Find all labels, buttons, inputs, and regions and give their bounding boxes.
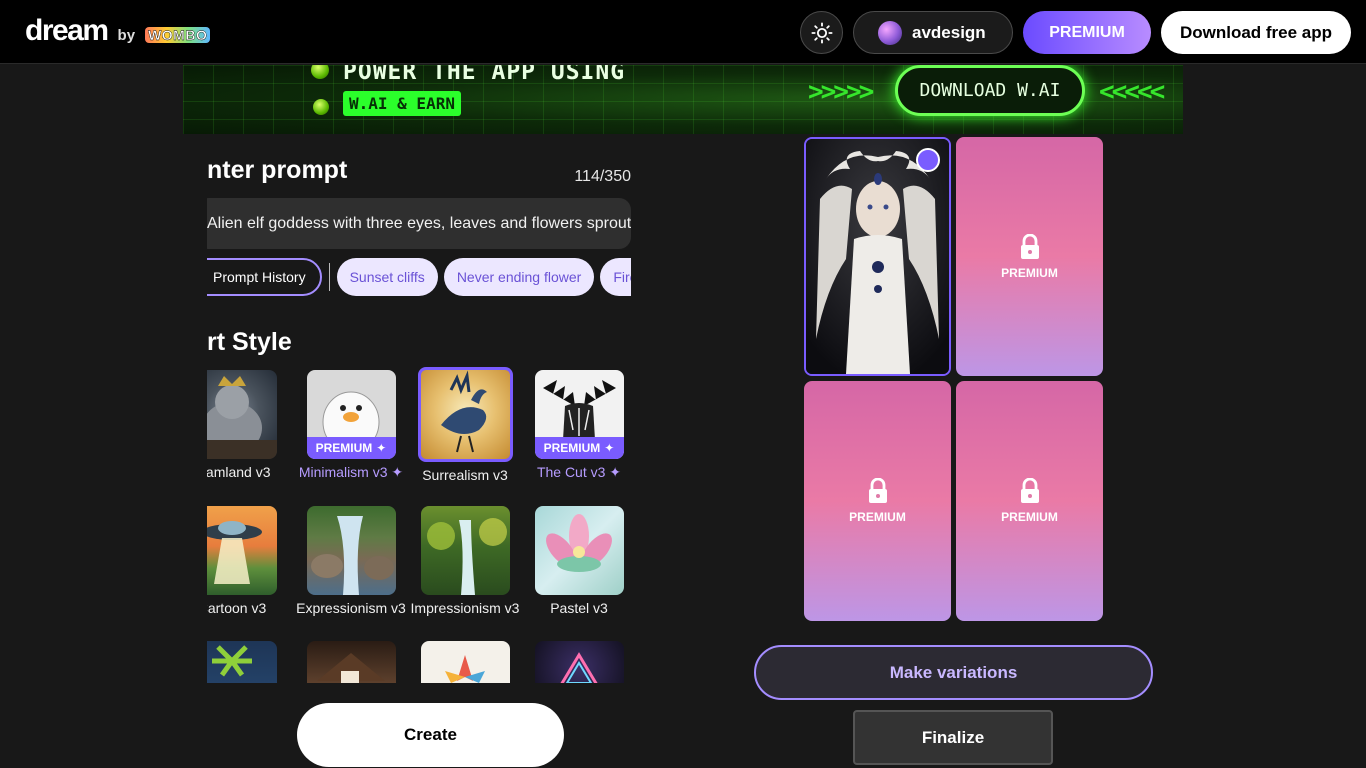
avatar	[878, 20, 902, 45]
download-app-button[interactable]: Download free app	[1161, 11, 1351, 54]
char-counter: 114/350	[574, 168, 631, 185]
style-item-impressionism[interactable]: Impressionism v3	[408, 506, 522, 616]
lock-icon	[868, 478, 887, 503]
premium-lock-label: PREMIUM	[1001, 265, 1058, 280]
create-button[interactable]: Create	[297, 703, 564, 767]
lock-icon	[1020, 478, 1039, 503]
style-item-row3-2[interactable]	[294, 641, 408, 683]
style-label: The Cut v3 ✦	[536, 464, 622, 480]
result-image-locked[interactable]: PREMIUM	[956, 381, 1103, 621]
style-label: Pastel v3	[550, 600, 608, 616]
prompt-history-button[interactable]: Prompt History	[207, 258, 322, 296]
selected-indicator	[916, 148, 940, 172]
premium-badge: PREMIUM ✦	[534, 437, 624, 459]
premium-button[interactable]: PREMIUM	[1023, 11, 1151, 54]
promo-banner[interactable]: POWER THE APP USING W.AI & EARN >>>>> DO…	[183, 65, 1183, 134]
suggestion-chip[interactable]: Sunset cliffs	[336, 258, 438, 296]
banner-title: POWER THE APP USING	[343, 65, 626, 85]
style-item-the-cut[interactable]: PREMIUM ✦ The Cut v3 ✦	[522, 370, 631, 481]
style-item-minimalism[interactable]: PREMIUM ✦ Minimalism v3 ✦	[294, 370, 408, 481]
premium-badge-label: PREMIUM	[543, 441, 601, 455]
result-image-locked[interactable]: PREMIUM	[804, 381, 951, 621]
sparkle-icon: ✦	[376, 441, 387, 455]
generated-image	[806, 139, 949, 374]
coin-icon	[313, 99, 329, 115]
style-item-row3-3[interactable]	[408, 641, 522, 683]
dream-logo[interactable]: dream by WOMBO	[25, 14, 211, 48]
logo-by: by	[117, 27, 136, 44]
style-thumbnail	[207, 370, 277, 459]
premium-lock-label: PREMIUM	[849, 510, 906, 524]
prompt-chips: Prompt History Sunset cliffs Never endin…	[207, 258, 631, 296]
suggestion-chip[interactable]: Never ending flower	[443, 258, 595, 296]
premium-badge-label: PREMIUM	[315, 441, 373, 455]
style-thumbnail	[417, 367, 513, 462]
banner-download-button[interactable]: DOWNLOAD W.AI	[895, 65, 1085, 116]
style-thumbnail	[534, 506, 624, 595]
chevrons-left-icon: <<<<<	[1099, 77, 1165, 107]
logo-text: dream	[25, 14, 109, 47]
style-thumbnail	[207, 506, 277, 595]
style-item-row3-4[interactable]	[522, 641, 631, 683]
make-variations-button[interactable]: Make variations	[754, 645, 1153, 700]
suggestion-chip[interactable]: Fire and w	[600, 258, 631, 296]
prompt-input[interactable]: Alien elf goddess with three eyes, leave…	[207, 198, 631, 249]
theme-toggle-button[interactable]	[800, 11, 843, 54]
style-thumbnail: PREMIUM ✦	[306, 370, 396, 459]
premium-lock-label: PREMIUM	[1001, 510, 1058, 524]
prompt-text: Alien elf goddess with three eyes, leave…	[207, 214, 631, 232]
style-thumbnail	[420, 641, 510, 683]
style-thumbnail	[534, 641, 624, 683]
sparkle-icon: ✦	[604, 441, 615, 455]
style-item-pastel[interactable]: Pastel v3	[522, 506, 631, 616]
prompt-panel: nter prompt 114/350 Alien elf goddess wi…	[207, 134, 631, 683]
style-item-surrealism[interactable]: Surrealism v3	[408, 367, 522, 483]
banner-tag: W.AI & EARN	[343, 91, 461, 116]
style-thumbnail	[207, 641, 277, 683]
result-image-locked[interactable]: PREMIUM	[956, 137, 1103, 376]
wombo-logo: WOMBO	[145, 27, 211, 43]
divider	[328, 263, 330, 291]
style-thumbnail: PREMIUM ✦	[534, 370, 624, 459]
top-bar: dream by WOMBO avdesign PREMIUM Download…	[0, 0, 1366, 64]
style-item-expressionism[interactable]: Expressionism v3	[294, 506, 408, 616]
style-thumbnail	[420, 506, 510, 595]
style-label: Minimalism v3 ✦	[298, 464, 404, 480]
style-label: Impressionism v3	[410, 600, 520, 616]
result-image-1[interactable]	[804, 137, 951, 376]
style-label: Cartoon v3	[207, 600, 267, 616]
style-item-row3-1[interactable]	[207, 641, 289, 683]
style-thumbnail	[306, 641, 396, 683]
finalize-button[interactable]: Finalize	[853, 710, 1053, 765]
style-label: Expressionism v3	[296, 600, 406, 616]
style-label: Surrealism v3	[422, 467, 508, 483]
chevrons-right-icon: >>>>>	[808, 77, 874, 107]
sun-icon	[810, 21, 833, 44]
style-item-cartoon[interactable]: Cartoon v3	[207, 506, 289, 616]
lock-icon	[1020, 233, 1039, 259]
style-thumbnail	[306, 506, 396, 595]
user-menu-button[interactable]: avdesign	[853, 11, 1013, 54]
style-label: reamland v3	[207, 464, 271, 480]
username: avdesign	[912, 22, 986, 42]
prompt-title: nter prompt	[207, 156, 348, 184]
style-item-dreamland[interactable]: reamland v3	[207, 370, 289, 480]
premium-badge: PREMIUM ✦	[306, 437, 396, 459]
art-style-title: rt Style	[207, 328, 292, 356]
